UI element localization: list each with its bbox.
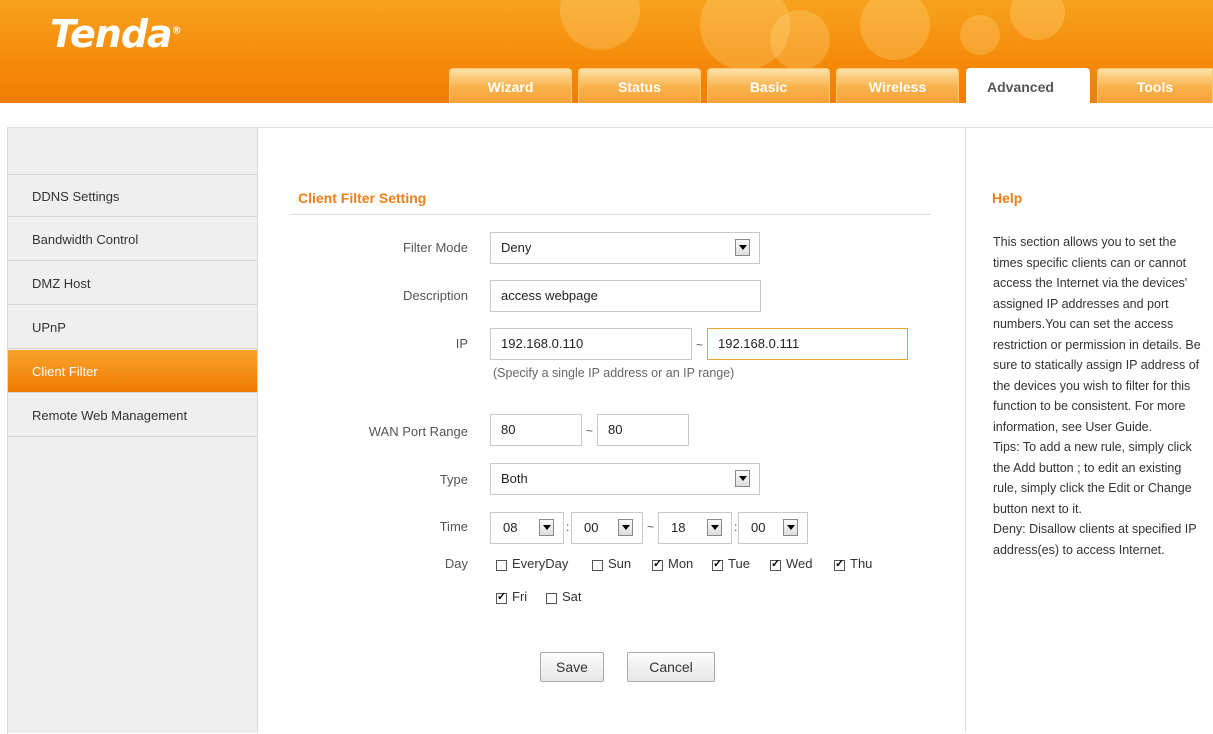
chevron-down-icon[interactable]: [735, 239, 750, 256]
save-button[interactable]: Save: [540, 652, 604, 682]
header-banner: Tenda® Wizard Status Basic Wireless Adva…: [0, 0, 1213, 103]
filter-mode-select[interactable]: Deny: [490, 232, 760, 264]
mon-checkbox[interactable]: [652, 557, 663, 571]
ip-end-input[interactable]: 192.168.0.111: [707, 328, 908, 360]
tue-label: Tue: [728, 556, 750, 571]
mon-label: Mon: [668, 556, 694, 571]
start-minute-select[interactable]: 00: [571, 512, 643, 544]
type-select[interactable]: Both: [490, 463, 760, 495]
tab-advanced[interactable]: Advanced: [966, 68, 1090, 103]
help-title: Help: [992, 190, 1023, 206]
time-range-separator: ~: [647, 520, 655, 534]
ip-start-input[interactable]: 192.168.0.110: [490, 328, 692, 360]
wan-port-end-input[interactable]: 80: [597, 414, 689, 446]
port-range-separator: ~: [586, 424, 594, 438]
tab-status[interactable]: Status: [578, 68, 701, 103]
end-hour-select[interactable]: 18: [658, 512, 732, 544]
day-label: Day: [444, 556, 468, 571]
wed-checkbox[interactable]: [770, 557, 781, 571]
wed-label: Wed: [786, 556, 813, 571]
thu-label: Thu: [850, 556, 873, 571]
sidebar-item-ddns-settings[interactable]: DDNS Settings: [8, 174, 257, 217]
thu-checkbox[interactable]: [834, 557, 845, 571]
everyday-label: EveryDay: [512, 556, 569, 571]
cancel-button[interactable]: Cancel: [627, 652, 715, 682]
type-label: Type: [439, 472, 468, 487]
fri-label: Fri: [512, 589, 528, 604]
tab-wizard[interactable]: Wizard: [449, 68, 572, 103]
ip-hint: (Specify a single IP address or an IP ra…: [493, 366, 735, 380]
chevron-down-icon[interactable]: [539, 519, 554, 536]
header-strip: [0, 103, 1213, 127]
sidebar-item-client-filter[interactable]: Client Filter: [8, 350, 257, 393]
sidebar-item-upnp[interactable]: UPnP: [8, 306, 257, 349]
chevron-down-icon[interactable]: [618, 519, 633, 536]
time-colon: :: [566, 520, 570, 534]
start-hour-value: 08: [503, 520, 518, 535]
sat-label: Sat: [562, 589, 582, 604]
end-minute-select[interactable]: 00: [738, 512, 808, 544]
sat-checkbox[interactable]: [546, 593, 557, 604]
wan-port-label: WAN Port Range: [368, 424, 468, 439]
start-hour-select[interactable]: 08: [490, 512, 564, 544]
type-value: Both: [501, 471, 528, 486]
sidebar-item-dmz-host[interactable]: DMZ Host: [8, 262, 257, 305]
tue-checkbox[interactable]: [712, 557, 723, 571]
time-colon: :: [734, 520, 738, 534]
chevron-down-icon[interactable]: [735, 470, 750, 487]
wan-port-start-input[interactable]: 80: [490, 414, 582, 446]
chevron-down-icon[interactable]: [707, 519, 722, 536]
description-label: Description: [402, 288, 468, 303]
sun-label: Sun: [608, 556, 632, 571]
start-minute-value: 00: [584, 520, 599, 535]
tab-tools[interactable]: Tools: [1097, 68, 1213, 103]
chevron-down-icon[interactable]: [783, 519, 798, 536]
tenda-logo: Tenda®: [50, 12, 182, 56]
tab-wireless[interactable]: Wireless: [836, 68, 959, 103]
sidebar-item-bandwidth-control[interactable]: Bandwidth Control: [8, 218, 257, 261]
filter-mode-label: Filter Mode: [402, 240, 468, 255]
end-minute-value: 00: [751, 520, 766, 535]
section-divider: [290, 214, 931, 215]
tab-basic[interactable]: Basic: [707, 68, 830, 103]
filter-mode-value: Deny: [501, 240, 532, 255]
description-input[interactable]: access webpage: [490, 280, 761, 312]
section-title: Client Filter Setting: [298, 190, 427, 206]
help-text: This section allows you to set the times…: [993, 235, 1201, 557]
fri-checkbox[interactable]: [496, 590, 507, 604]
sun-checkbox[interactable]: [592, 560, 603, 571]
sidebar-item-remote-web-management[interactable]: Remote Web Management: [8, 394, 257, 437]
ip-range-separator: ~: [696, 338, 704, 352]
end-hour-value: 18: [671, 520, 686, 535]
sidebar: DDNS Settings Bandwidth Control DMZ Host…: [8, 128, 258, 733]
ip-label: IP: [455, 336, 468, 351]
everyday-checkbox[interactable]: [496, 560, 507, 571]
time-label: Time: [439, 519, 468, 534]
